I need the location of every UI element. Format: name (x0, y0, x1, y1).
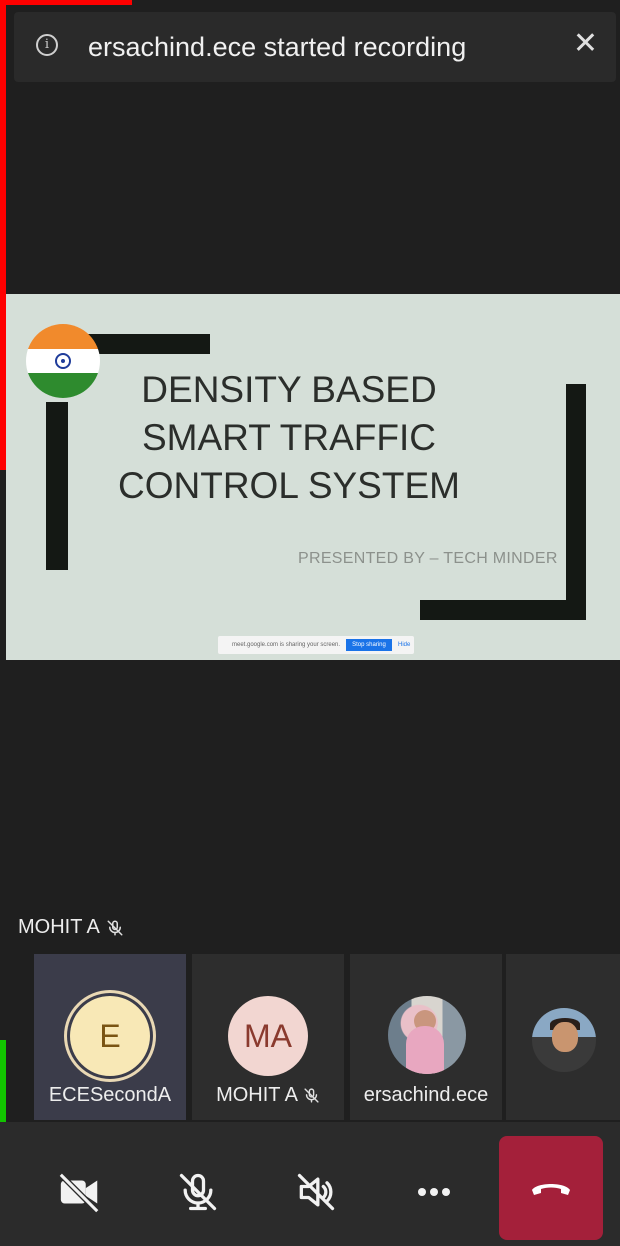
slide-title-line-2: SMART TRAFFIC (142, 417, 436, 458)
notification-message: ersachind.ece started recording (88, 32, 467, 62)
avatar: E (70, 996, 150, 1076)
close-icon[interactable]: ✕ (573, 26, 598, 62)
more-options-button[interactable] (404, 1162, 464, 1222)
slide-frame-left (46, 402, 68, 570)
participant-tile[interactable]: ersachind.ece (350, 954, 502, 1120)
avatar (532, 1008, 596, 1072)
camera-toggle-button[interactable] (50, 1162, 110, 1222)
screen-share-bar: meet.google.com is sharing your screen. … (218, 636, 414, 654)
end-call-button[interactable] (499, 1136, 603, 1240)
info-icon: i (36, 34, 58, 56)
participant-name: ECESecondA (48, 1084, 172, 1106)
slide-title: DENSITY BASED SMART TRAFFIC CONTROL SYST… (106, 366, 472, 510)
participant-tile[interactable]: MA MOHIT A (192, 954, 344, 1120)
recording-notification: i ersachind.ece started recording ✕ (14, 12, 616, 82)
mic-off-icon (304, 1088, 319, 1103)
india-flag-icon (26, 324, 100, 398)
hide-button[interactable]: Hide (398, 642, 410, 648)
participant-tile[interactable] (506, 954, 620, 1120)
mic-off-icon (179, 1173, 217, 1211)
active-speaker-name: MOHIT A (18, 916, 100, 938)
speaker-off-icon (297, 1173, 335, 1211)
stop-sharing-button[interactable]: Stop sharing (346, 639, 392, 651)
mic-off-icon (107, 920, 123, 935)
participant-tile[interactable]: E ECESecondA (34, 954, 186, 1120)
speaker-toggle-button[interactable] (286, 1162, 346, 1222)
share-message: meet.google.com is sharing your screen. (232, 642, 341, 648)
edge-artifact-red-top (0, 0, 132, 5)
avatar (388, 996, 466, 1074)
mic-toggle-button[interactable] (168, 1162, 228, 1222)
end-call-icon (532, 1184, 570, 1195)
active-speaker-label: MOHIT A (18, 916, 124, 939)
participant-name: MOHIT A (216, 1084, 298, 1106)
shared-screen-slide: DENSITY BASED SMART TRAFFIC CONTROL SYST… (6, 294, 620, 660)
slide-frame-right (566, 384, 586, 620)
slide-title-line-3: CONTROL SYSTEM (118, 465, 460, 506)
slide-title-line-1: DENSITY BASED (141, 369, 437, 410)
call-controls-bar (0, 1122, 620, 1246)
participant-strip[interactable]: E ECESecondA MA MOHIT A ersachind.ece (4, 954, 620, 1120)
participant-name: ersachind.ece (363, 1084, 489, 1106)
avatar: MA (228, 996, 308, 1076)
camera-off-icon (58, 1172, 100, 1214)
more-icon (418, 1188, 450, 1196)
slide-frame-bottom-right (420, 600, 586, 620)
presented-by: PRESENTED BY – TECH MINDER (298, 550, 558, 567)
